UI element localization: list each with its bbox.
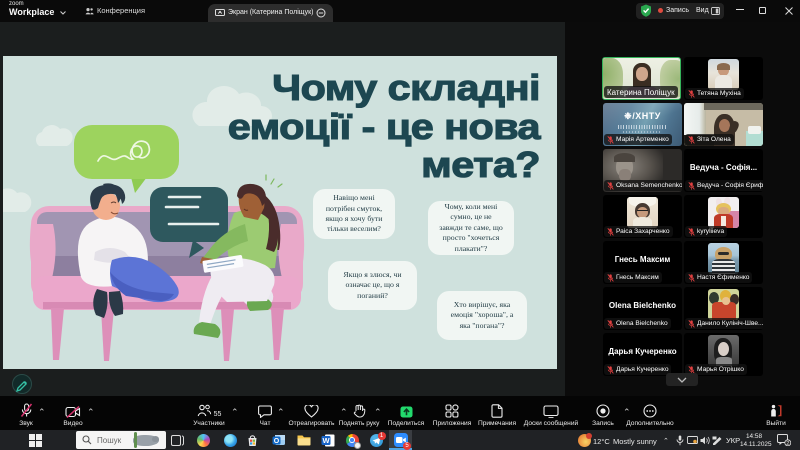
svg-text:O: O xyxy=(274,438,280,445)
svg-text:W: W xyxy=(322,436,330,445)
svg-text:2: 2 xyxy=(786,441,789,446)
